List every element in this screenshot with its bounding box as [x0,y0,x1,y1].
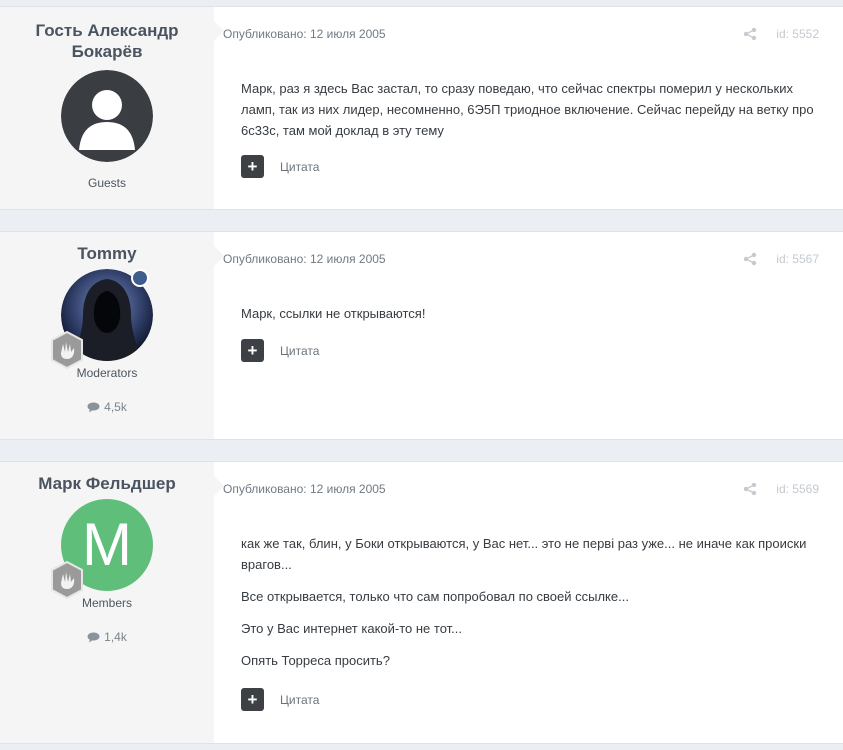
default-avatar-icon [61,70,153,162]
author-name[interactable]: Tommy [0,243,214,264]
post-paragraph: Марк, ссылки не открываются! [241,306,426,321]
member-group: Guests [87,176,126,190]
post-count: 4,5k [0,400,214,414]
post-date[interactable]: Опубликовано: 12 июля 2005 [223,252,386,266]
plus-icon[interactable]: + [241,155,264,178]
post-paragraph: Все открывается, только что сам попробов… [241,589,629,604]
post-id: id: 5569 [776,482,819,496]
share-icon[interactable] [743,27,757,41]
plus-icon[interactable]: + [241,688,264,711]
avatar[interactable]: M [51,499,153,599]
share-icon[interactable] [743,252,757,266]
avatar[interactable] [51,269,153,369]
quote-row: + Цитата [241,339,319,362]
post-paragraph: как же так, блин, у Боки открываются, у … [241,536,807,572]
post-body: Марк, ссылки не открываются! [241,303,825,335]
quote-button[interactable]: Цитата [280,693,319,707]
post-date[interactable]: Опубликовано: 12 июля 2005 [223,482,386,496]
plus-icon[interactable]: + [241,339,264,362]
post-count: 1,4k [0,630,214,644]
post-count-value: 1,4k [104,630,127,644]
member-group: Members [81,596,132,610]
author-name[interactable]: Гость Александр Бокарёв [0,20,214,62]
post-id: id: 5567 [776,252,819,266]
author-panel: Tommy Moderators 4,5k [0,232,214,439]
shield-icon [131,269,149,287]
post-content: Опубликовано: 12 июля 2005 id: 5569 как … [214,462,843,743]
post-count-value: 4,5k [104,400,127,414]
quote-button[interactable]: Цитата [280,344,319,358]
post: Гость Александр Бокарёв Guests Опубликов… [0,6,843,210]
post-paragraph: Опять Торреса просить? [241,653,390,668]
post: Марк Фельдшер M Members 1,4k Опубликован… [0,461,843,744]
post: Tommy Moderators 4,5k Опубликовано: 12 и… [0,231,843,440]
comment-icon [87,632,100,642]
post-paragraph: Это у Вас интернет какой-то не тот... [241,621,462,636]
member-group: Moderators [76,366,138,380]
share-icon[interactable] [743,482,757,496]
author-name[interactable]: Марк Фельдшер [0,473,214,494]
author-panel: Марк Фельдшер M Members 1,4k [0,462,214,743]
quote-row: + Цитата [241,688,319,711]
post-content: Опубликовано: 12 июля 2005 id: 5552 Марк… [214,7,843,209]
post-id: id: 5552 [776,27,819,41]
author-panel: Гость Александр Бокарёв Guests [0,7,214,209]
post-body: как же так, блин, у Боки открываются, у … [241,533,825,682]
post-content: Опубликовано: 12 июля 2005 id: 5567 Марк… [214,232,843,439]
rank-badge-icon [51,561,83,599]
comment-icon [87,402,100,412]
avatar-letter: M [82,511,132,578]
post-paragraph: Марк, раз я здесь Вас застал, то сразу п… [241,81,814,138]
quote-row: + Цитата [241,155,319,178]
quote-button[interactable]: Цитата [280,160,319,174]
post-date[interactable]: Опубликовано: 12 июля 2005 [223,27,386,41]
post-body: Марк, раз я здесь Вас застал, то сразу п… [241,78,825,152]
rank-badge-icon [51,331,83,369]
avatar[interactable] [61,70,153,162]
